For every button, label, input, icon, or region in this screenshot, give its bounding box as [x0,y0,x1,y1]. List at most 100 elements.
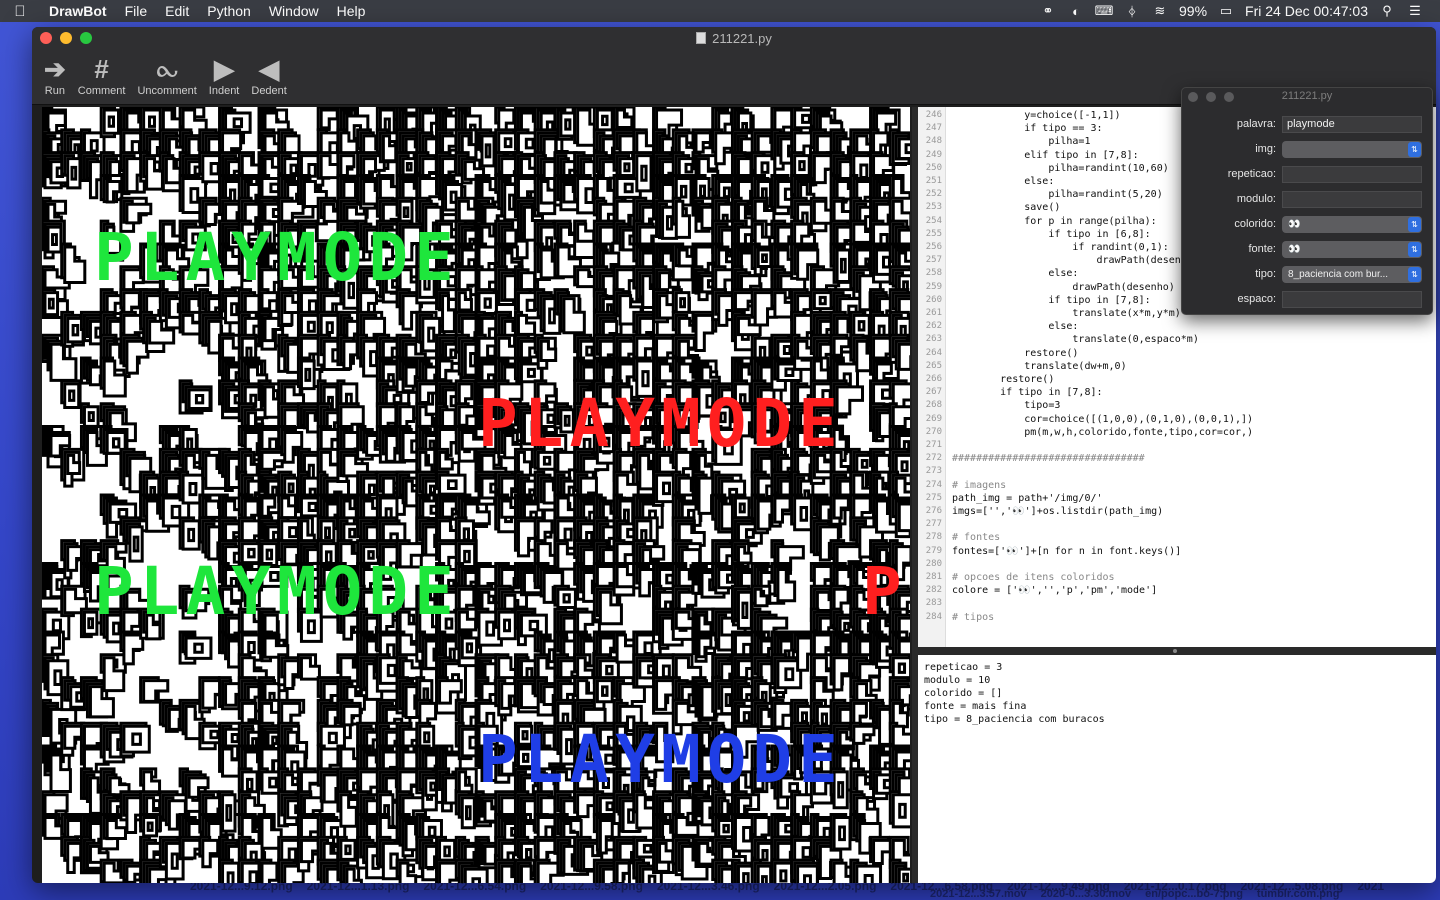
menu-window[interactable]: Window [260,0,328,22]
code-text: restore() [952,374,1055,385]
line-number: 264 [925,347,942,358]
run-arrow-icon: ➔ [44,54,66,84]
dropdown-value: 8_paciencia com bur... [1288,269,1389,280]
maze-tile [187,388,212,410]
run-button[interactable]: ➔ Run [38,53,72,97]
maze-tile [221,793,237,833]
maze-tile [556,587,577,610]
desktop-file-label[interactable]: 2020-0...3.30.mov [1041,889,1132,900]
menu-edit[interactable]: Edit [156,0,198,22]
variable-dropdown[interactable]: 👀 ⇅ [1282,241,1422,258]
dropdown-value: 👀 [1288,219,1301,230]
line-number: 251 [925,176,942,186]
maze-tile [812,291,833,311]
battery-icon[interactable]: ▭ [1217,3,1235,18]
variable-text-field[interactable]: playmode [1282,116,1422,133]
editor-console-splitter[interactable] [918,647,1436,655]
variable-row: tipo: 8_paciencia com bur... ⇅ [1182,264,1432,284]
variable-row: img: ⇅ [1182,139,1432,159]
desktop-file-label[interactable]: 2021-12...3.57.mov [930,889,1027,900]
menu-file[interactable]: File [116,0,157,22]
output-console[interactable]: repeticao = 3 modulo = 10 colorido = [] … [918,655,1436,883]
variable-row: fonte: 👀 ⇅ [1182,239,1432,259]
line-number: 281 [925,572,942,582]
code-text: pilha=randint(10,60) [952,162,1169,174]
maze-tile [401,157,417,177]
line-number: 273 [925,466,942,477]
maze-tile [756,864,773,883]
variable-text-field[interactable] [1282,166,1422,183]
line-number: 284 [925,611,942,622]
creative-cloud-icon[interactable]: ⚭ [1039,3,1057,18]
code-text: # fontes [952,532,1001,544]
indent-button[interactable]: ▶ Indent [203,53,246,97]
clock[interactable]: Fri 24 Dec 00:47:03 [1245,3,1368,19]
chevron-updown-icon: ⇅ [1408,242,1421,257]
line-number: 255 [925,228,942,239]
maze-tile [694,131,712,154]
maze-tile [477,291,498,316]
code-text: colore = ['👀','','p','pm','mode'] [952,585,1158,597]
wifi-icon[interactable]: ≋ [1151,3,1169,18]
dropdown-value: 👀 [1288,244,1301,255]
desktop-file-label[interactable]: tumblr.com.png [1257,889,1340,900]
maze-tile [299,359,316,391]
indent-triangle-icon: ▶ [214,54,235,84]
chevron-updown-icon: ⇅ [1408,267,1421,282]
menu-python[interactable]: Python [198,0,260,22]
maze-tile [733,496,751,520]
battery-percentage[interactable]: 99% [1179,3,1207,19]
desktop-file-label[interactable]: en/popc...bo-7.png [1145,889,1243,900]
control-center-icon[interactable]: ☰ [1406,3,1424,18]
maze-tile [897,137,910,161]
variable-dropdown[interactable]: ⇅ [1282,141,1422,158]
variable-text-field[interactable] [1282,291,1422,308]
maze-tile [595,108,614,133]
dark-mode-icon[interactable]: ◐ [1067,4,1085,19]
bluetooth-icon[interactable]: ᛄ [1123,4,1141,19]
variable-label: palavra: [1236,118,1276,130]
menu-help[interactable]: Help [328,0,375,22]
variable-dropdown[interactable]: 8_paciencia com bur... ⇅ [1282,266,1422,283]
code-text: path_img = path+'/img/0/' [952,492,1103,504]
line-number: 261 [925,308,942,318]
variable-row: modulo: [1182,189,1432,209]
apple-logo-icon[interactable]:  [0,3,40,20]
panel-titlebar[interactable]: 211221.py [1182,88,1432,106]
line-number: 256 [925,242,942,252]
maze-tile [855,864,883,883]
spotlight-search-icon[interactable]: ⚲ [1378,3,1396,18]
line-number: 277 [925,519,942,530]
uncomment-button[interactable]: ⧜ Uncomment [131,53,202,97]
panel-title: 211221.py [1281,90,1333,102]
code-text: cor=choice([(1,0,0),(0,1,0),(0,0,1),]) [952,413,1254,425]
maze-tile [674,291,691,315]
dedent-button[interactable]: ◀ Dedent [245,53,292,97]
variable-dropdown[interactable]: 👀 ⇅ [1282,216,1422,233]
maze-tile [891,793,910,829]
maze-tile [635,154,653,193]
maze-tile [773,496,792,524]
comment-button[interactable]: # Comment [72,53,132,97]
maze-tile [832,816,852,851]
keyboard-icon[interactable]: ⌨ [1095,3,1114,18]
code-text: else: [952,176,1055,187]
line-number: 262 [925,321,942,332]
code-text: restore() [952,347,1079,359]
line-number: 249 [925,149,942,160]
code-text: if tipo in [7,8]: [952,294,1151,306]
variable-row: repeticao: [1182,164,1432,184]
code-text: ################################ [952,453,1145,465]
chevron-updown-icon: ⇅ [1408,217,1421,232]
menu-app-name[interactable]: DrawBot [40,0,116,22]
maze-tile [736,796,753,817]
console-line: fonte = mais fina [924,701,1027,712]
maze-tile [63,382,81,409]
drawing-canvas[interactable]: PLAYMODE PLAYMODE PLAYMODE P PLAYMODE [42,107,910,883]
line-number: 257 [925,255,942,266]
maze-tile [497,610,517,641]
maze-tile [756,248,773,268]
variable-text-field[interactable] [1282,191,1422,208]
code-text: fontes=['👀']+[n for n in font.keys()] [952,545,1182,557]
variable-label: tipo: [1255,268,1276,280]
